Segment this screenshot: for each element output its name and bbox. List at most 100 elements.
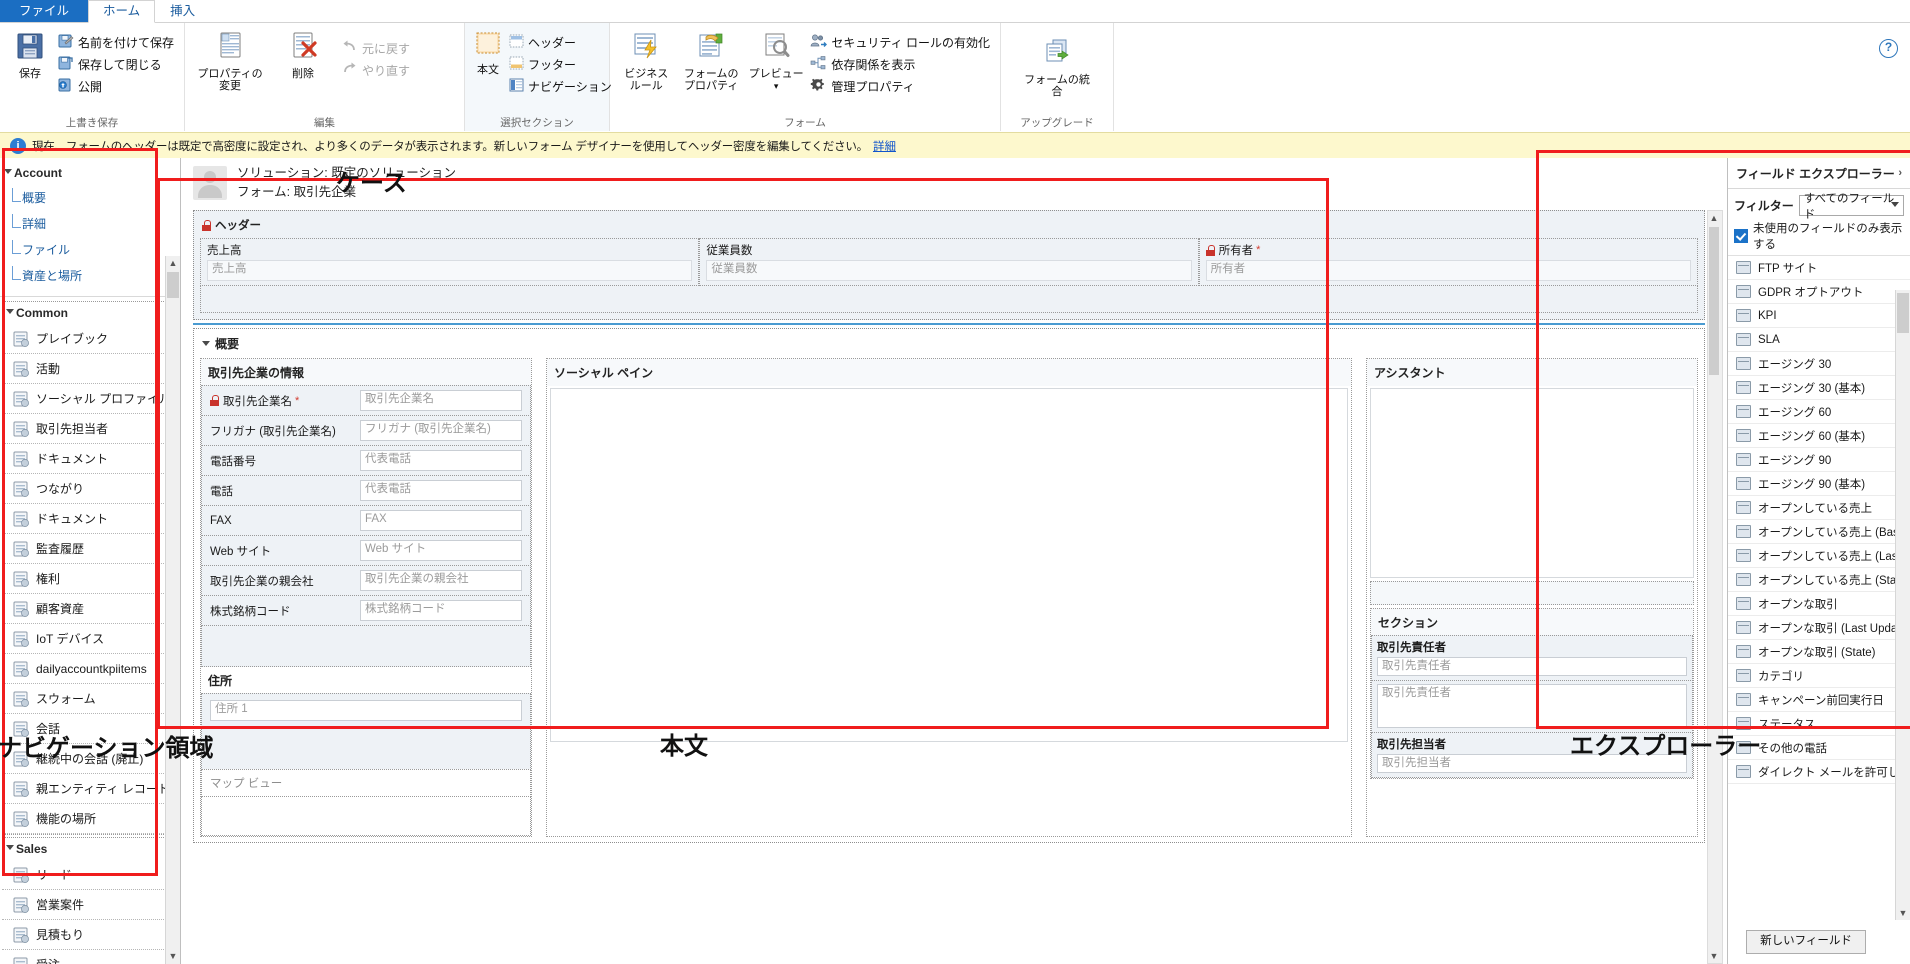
sidebar-item-sales-1[interactable]: 営業案件 (2, 890, 172, 920)
header-field-cell[interactable]: 売上高 売上高 (200, 238, 699, 286)
enable-security-roles-button[interactable]: セキュリティ ロールの有効化 (806, 31, 994, 53)
sidebar-item-common-12[interactable]: スウォーム (2, 684, 172, 714)
field-input[interactable]: 代表電話 (360, 480, 522, 501)
field-list-item[interactable]: ダイレクト メールを許可しない (1728, 760, 1910, 784)
nav-account-header[interactable]: Account (0, 162, 180, 184)
field-list-item[interactable]: SLA (1728, 328, 1910, 352)
address-input[interactable]: 住所 1 (210, 700, 522, 721)
field-list-item[interactable]: エージング 30 (1728, 352, 1910, 376)
sidebar-item-common-8[interactable]: 権利 (2, 564, 172, 594)
header-field-cell[interactable]: 従業員数 従業員数 (699, 238, 1198, 286)
header-field-cell[interactable]: 所有者 * 所有者 (1199, 238, 1698, 286)
sidebar-item-common-1[interactable]: 活動 (2, 354, 172, 384)
field-input[interactable]: 取引先企業の親会社 (360, 570, 522, 591)
social-pane-box[interactable] (550, 388, 1348, 742)
form-field-row[interactable]: 株式銘柄コード株式銘柄コード (201, 595, 531, 626)
header-button[interactable]: ヘッダー (505, 31, 616, 53)
field-list-item[interactable]: エージング 60 (1728, 400, 1910, 424)
sidebar-item-shousai[interactable]: 詳細 (0, 210, 180, 236)
sidebar-item-common-9[interactable]: 顧客資産 (2, 594, 172, 624)
address-field-row[interactable]: 住所 1 (201, 693, 531, 727)
body-button[interactable]: 本文 (471, 27, 505, 76)
explorer-scrollbar[interactable]: ▲ ▼ (1895, 290, 1910, 920)
field-input[interactable]: FAX (360, 510, 522, 531)
field-input[interactable]: 従業員数 (706, 260, 1191, 281)
field-list-item[interactable]: エージング 30 (基本) (1728, 376, 1910, 400)
column-social-pane[interactable]: ソーシャル ペイン (546, 358, 1352, 837)
field-list-item[interactable]: オープンな取引 (1728, 592, 1910, 616)
field-list-item[interactable]: オープンしている売上 (Base) (1728, 520, 1910, 544)
form-field-row[interactable]: 取引先企業の親会社取引先企業の親会社 (201, 565, 531, 596)
form-header-section[interactable]: ヘッダー 売上高 売上高 従業員数 従業員数 所有者 (193, 210, 1705, 320)
field-list-item[interactable]: エージング 90 (1728, 448, 1910, 472)
publish-button[interactable]: 公開 (54, 75, 178, 97)
sidebar-item-common-2[interactable]: ソーシャル プロファイル (2, 384, 172, 414)
field-input[interactable]: 売上高 (207, 260, 692, 281)
filter-select[interactable]: すべてのフィールド (1799, 195, 1904, 216)
field-list-item[interactable]: オープンしている売上 (1728, 496, 1910, 520)
scroll-up-icon[interactable]: ▲ (166, 256, 180, 271)
map-view-row[interactable]: マップ ビュー (201, 769, 531, 797)
undo-button[interactable]: 元に戻す (337, 37, 414, 59)
tab-home[interactable]: ホーム (88, 0, 155, 23)
sidebar-item-common-0[interactable]: プレイブック (2, 324, 172, 354)
column-account-info[interactable]: 取引先企業の情報 取引先企業名*取引先企業名フリガナ (取引先企業名)フリガナ … (200, 358, 532, 837)
form-field-row[interactable]: Web サイトWeb サイト (201, 535, 531, 566)
field-input[interactable]: 取引先企業名 (360, 390, 522, 411)
section-field-input[interactable]: 取引先責任者 (1377, 684, 1687, 728)
navigation-button[interactable]: ナビゲーション (505, 75, 616, 97)
help-icon[interactable]: ? (1879, 39, 1898, 58)
field-list-item[interactable]: GDPR オプトアウト (1728, 280, 1910, 304)
field-list[interactable]: FTP サイトGDPR オプトアウトKPISLAエージング 30エージング 30… (1728, 255, 1910, 920)
form-body-section[interactable]: 概要 取引先企業の情報 取引先企業名*取引先企業名フリガナ (取引先企業名)フリ… (193, 328, 1705, 843)
managed-properties-button[interactable]: 管理プロパティ (806, 75, 994, 97)
sidebar-item-sales-0[interactable]: リード (2, 860, 172, 890)
field-input[interactable]: フリガナ (取引先企業名) (360, 420, 522, 441)
scroll-up-icon[interactable]: ▲ (1708, 211, 1720, 225)
explorer-scroll-thumb[interactable] (1897, 293, 1909, 333)
field-input[interactable]: 所有者 (1206, 260, 1691, 281)
field-list-item[interactable]: オープンしている売上 (State) (1728, 568, 1910, 592)
nav-sales-header[interactable]: Sales (2, 838, 172, 860)
sidebar-item-gaiyou[interactable]: 概要 (0, 184, 180, 210)
redo-button[interactable]: やり直す (337, 59, 414, 81)
scroll-down-icon[interactable]: ▼ (1896, 906, 1910, 920)
merge-forms-button[interactable]: フォームの統合 (1018, 35, 1096, 98)
field-list-item[interactable]: KPI (1728, 304, 1910, 328)
field-list-item[interactable]: エージング 60 (基本) (1728, 424, 1910, 448)
sidebar-item-common-5[interactable]: つながり (2, 474, 172, 504)
canvas-scroll-thumb[interactable] (1709, 227, 1719, 375)
delete-button[interactable]: 削除 (269, 27, 337, 80)
field-list-item[interactable]: オープンしている売上 (Last Update… (1728, 544, 1910, 568)
save-and-close-button[interactable]: 保存して閉じる (54, 53, 178, 75)
sidebar-item-common-10[interactable]: IoT デバイス (2, 624, 172, 654)
field-list-item[interactable]: カテゴリ (1728, 664, 1910, 688)
section-field-block[interactable]: 取引先責任者取引先責任者 (1371, 635, 1693, 681)
section-field-input[interactable]: 取引先責任者 (1377, 657, 1687, 676)
assistant-box[interactable] (1370, 388, 1694, 578)
sidebar-item-file[interactable]: ファイル (0, 236, 180, 262)
form-field-row[interactable]: フリガナ (取引先企業名)フリガナ (取引先企業名) (201, 415, 531, 446)
sidebar-item-common-15[interactable]: 親エンティティ レコード… (2, 774, 172, 804)
form-field-row[interactable]: 取引先企業名*取引先企業名 (201, 385, 531, 416)
sidebar-item-common-11[interactable]: dailyaccountkpiitems (2, 654, 172, 684)
unused-fields-checkbox[interactable] (1734, 229, 1748, 243)
new-field-button[interactable]: 新しいフィールド (1746, 930, 1866, 954)
form-field-row[interactable]: FAXFAX (201, 505, 531, 536)
nav-common-header[interactable]: Common (2, 302, 172, 324)
sidebar-item-sales-3[interactable]: 受注 (2, 950, 172, 964)
column-assistant[interactable]: アシスタント セクション 取引先責任者取引先責任者取引先責任者取引先担当者取引先… (1366, 358, 1698, 837)
sidebar-item-common-6[interactable]: ドキュメント (2, 504, 172, 534)
preview-button[interactable]: プレビュー▾ (746, 27, 807, 92)
footer-button[interactable]: フッター (505, 53, 616, 75)
form-canvas[interactable]: ヘッダー 売上高 売上高 従業員数 従業員数 所有者 (193, 210, 1705, 964)
field-list-item[interactable]: オープンな取引 (Last Updated On) (1728, 616, 1910, 640)
field-list-item[interactable]: FTP サイト (1728, 256, 1910, 280)
save-button[interactable]: 保存 (6, 27, 54, 80)
empty-field-row[interactable] (201, 625, 531, 667)
show-dependencies-button[interactable]: 依存関係を表示 (806, 53, 994, 75)
unused-fields-checkbox-row[interactable]: 未使用のフィールドのみ表示する (1728, 218, 1910, 257)
save-as-button[interactable]: 名前を付けて保存 (54, 31, 178, 53)
chevron-right-icon[interactable]: › (1898, 167, 1902, 179)
field-input[interactable]: 代表電話 (360, 450, 522, 471)
